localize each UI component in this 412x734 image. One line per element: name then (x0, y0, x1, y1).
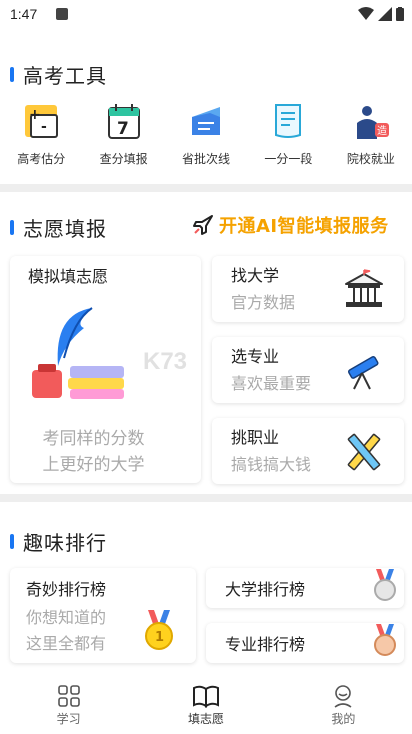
ranking-section-title: 趣味排行 (10, 527, 107, 556)
tab-mine[interactable]: 我的 (275, 672, 412, 734)
document-icon (267, 100, 309, 142)
pick-career-card[interactable]: 挑职业 搞钱搞大钱 (212, 418, 404, 484)
signal-icon (378, 7, 392, 21)
status-bar: 1:47 (0, 0, 412, 30)
university-icon (345, 269, 383, 307)
bronze-medal-icon (374, 624, 396, 656)
choose-major-card[interactable]: 选专业 喜欢最重要 (212, 337, 404, 403)
title-accent-bar (10, 534, 14, 549)
user-icon (334, 685, 352, 708)
batch-line-icon (185, 100, 227, 142)
silver-medal-icon (374, 569, 396, 601)
section-divider (0, 184, 412, 192)
svg-text:-: - (41, 119, 47, 135)
major-ranking-card[interactable]: 专业排行榜 (206, 623, 404, 663)
rocket-icon (193, 215, 213, 235)
svg-text:+: + (29, 107, 41, 123)
title-accent-bar (10, 67, 14, 82)
ink-books-icon (32, 307, 124, 399)
tool-school-employment[interactable]: 造 院校就业 (330, 100, 412, 170)
notification-icon (56, 8, 68, 20)
status-time: 1:47 (10, 6, 38, 22)
watermark-logo: K73 (143, 348, 188, 375)
tool-check-score[interactable]: 7 查分填报 (82, 100, 164, 170)
bottom-tab-bar: 学习 填志愿 我的 (0, 672, 412, 734)
employment-icon: 造 (350, 100, 392, 142)
svg-text:7: 7 (117, 119, 129, 139)
battery-icon (396, 7, 404, 21)
tools-icon (347, 433, 381, 471)
tool-batch-line[interactable]: 省批次线 (165, 100, 247, 170)
wifi-icon (358, 7, 374, 20)
svg-text:1: 1 (155, 630, 164, 645)
calendar-icon: 7 (103, 100, 145, 142)
section-divider (0, 494, 412, 502)
ai-service-promo[interactable]: 开通AI智能填报服务 (192, 212, 389, 238)
svg-text:造: 造 (377, 124, 387, 137)
find-university-card[interactable]: 找大学 官方数据 (212, 256, 404, 322)
tools-grid: + - 高考估分 7 查分填报 省批次线 一分一段 造 院校就业 (0, 100, 412, 170)
tool-score-segment[interactable]: 一分一段 (247, 100, 329, 170)
tool-score-estimate[interactable]: + - 高考估分 (0, 100, 82, 170)
title-accent-bar (10, 220, 14, 235)
tools-section-title: 高考工具 (10, 60, 107, 89)
book-icon (192, 685, 219, 708)
gold-medal-icon: 1 (145, 610, 173, 650)
telescope-icon (347, 356, 379, 390)
university-ranking-card[interactable]: 大学排行榜 (206, 568, 404, 608)
wonderful-ranking-card[interactable]: 奇妙排行榜 你想知道的 这里全都有 1 (10, 568, 196, 663)
tab-fill-volunteer[interactable]: 填志愿 (137, 672, 274, 734)
status-icons (358, 7, 404, 21)
score-estimate-icon: + - (20, 100, 62, 142)
grid-icon (57, 685, 80, 707)
tab-study[interactable]: 学习 (0, 672, 137, 734)
volunteer-section-title: 志愿填报 (10, 213, 107, 242)
